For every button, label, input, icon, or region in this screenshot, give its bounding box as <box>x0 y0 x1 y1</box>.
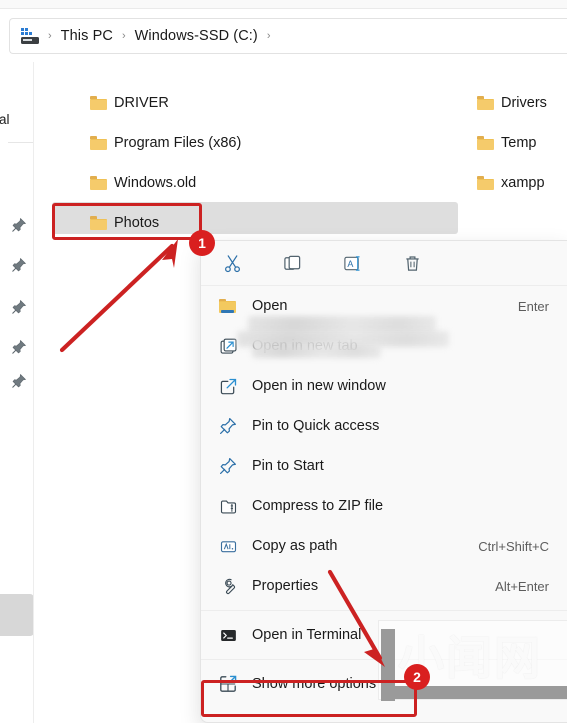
copy-path-icon <box>218 536 238 556</box>
file-item-driver[interactable]: DRIVER <box>90 88 169 118</box>
nav-clipped-label: onal <box>0 112 10 127</box>
folder-icon <box>477 176 494 190</box>
menu-item-accel: Enter <box>517 298 549 314</box>
folder-icon <box>90 176 107 190</box>
terminal-icon <box>218 625 238 645</box>
menu-item-accel: Ctrl+Shift+C <box>478 538 549 554</box>
new-tab-icon <box>218 336 238 356</box>
window-top-strip <box>0 0 567 9</box>
file-item-drivers[interactable]: Drivers <box>477 88 547 118</box>
rename-icon: A <box>343 255 360 271</box>
nav-pin-icon-1[interactable] <box>11 217 27 233</box>
pin-icon <box>12 299 27 314</box>
nav-pin-icon-5[interactable] <box>11 373 27 389</box>
menu-item-copy-as-path[interactable]: Copy as path Ctrl+Shift+C <box>201 526 567 566</box>
address-bar[interactable]: › This PC › Windows-SSD (C:) › <box>9 18 567 54</box>
annotation-highlight-show-more-options <box>201 680 417 717</box>
nav-divider <box>8 142 33 143</box>
navigation-pane: onal <box>0 62 34 723</box>
menu-item-label: Open <box>252 298 288 314</box>
folder-icon <box>477 96 494 110</box>
menu-item-label: Pin to Quick access <box>252 418 380 434</box>
menu-item-label: Open in new window <box>252 378 386 394</box>
file-item-temp[interactable]: Temp <box>477 128 536 158</box>
file-item-label: Windows.old <box>114 175 197 191</box>
file-item-program-files-x86[interactable]: Program Files (x86) <box>90 128 241 158</box>
wrench-icon <box>218 576 238 596</box>
pin-icon <box>12 217 27 232</box>
folder-icon <box>477 136 494 150</box>
breadcrumb-item-windows-ssd[interactable]: Windows-SSD (C:) <box>130 25 263 47</box>
file-item-label: DRIVER <box>114 95 169 111</box>
file-item-label: Drivers <box>501 95 547 111</box>
nav-pin-icon-4[interactable] <box>11 339 27 355</box>
pin-icon <box>218 416 238 436</box>
rename-button[interactable]: A <box>338 249 366 277</box>
annotation-arrow-2 <box>327 569 385 667</box>
breadcrumb-item-this-pc[interactable]: This PC <box>56 25 118 47</box>
folder-icon <box>90 136 107 150</box>
file-item-label: xampp <box>501 175 545 191</box>
file-item-label: Program Files (x86) <box>114 135 242 151</box>
file-explorer-window: › This PC › Windows-SSD (C:) › onal <box>0 0 567 723</box>
context-menu-toolbar: A <box>201 241 567 286</box>
cut-button[interactable] <box>218 249 246 277</box>
zip-icon <box>220 499 236 513</box>
menu-item-label: Pin to Start <box>252 458 324 474</box>
copy-path-icon <box>220 540 236 552</box>
new-window-icon <box>220 378 236 394</box>
nav-pin-icon-2[interactable] <box>11 257 27 273</box>
breadcrumb-separator-1: › <box>121 30 126 42</box>
zip-icon <box>218 496 238 516</box>
annotation-arrow-1 <box>59 239 178 353</box>
new-tab-icon <box>220 338 237 354</box>
trash-icon <box>405 255 419 271</box>
svg-text:A: A <box>347 258 353 268</box>
pin-icon <box>220 418 236 434</box>
menu-item-pin-to-start[interactable]: Pin to Start <box>201 446 567 486</box>
menu-item-pin-to-quick-access[interactable]: Pin to Quick access <box>201 406 567 446</box>
terminal-icon <box>220 629 236 641</box>
redacted-region <box>252 344 381 358</box>
delete-button[interactable] <box>398 249 426 277</box>
scissors-icon <box>224 254 240 272</box>
copy-button[interactable] <box>278 249 306 277</box>
menu-item-label: Compress to ZIP file <box>252 498 384 514</box>
this-pc-icon <box>20 28 40 44</box>
file-item-xampp[interactable]: xampp <box>477 168 545 198</box>
wrench-icon <box>224 578 235 594</box>
breadcrumb-separator-2[interactable]: › <box>263 30 275 42</box>
copy-icon <box>283 255 300 270</box>
pin-icon <box>218 456 238 476</box>
pin-icon <box>12 339 27 354</box>
file-item-label: Temp <box>501 135 537 151</box>
menu-item-label: Copy as path <box>252 538 338 554</box>
pin-icon <box>220 458 236 474</box>
pin-icon <box>12 373 27 388</box>
menu-item-compress-to-zip-file[interactable]: Compress to ZIP file <box>201 486 567 526</box>
open-folder-icon <box>218 296 238 316</box>
breadcrumb-separator-0: › <box>48 30 52 42</box>
menu-item-accel: Alt+Enter <box>495 578 549 594</box>
new-window-icon <box>218 376 238 396</box>
nav-pin-icon-3[interactable] <box>11 299 27 315</box>
pin-icon <box>12 257 27 272</box>
menu-item-open-in-new-window[interactable]: Open in new window <box>201 366 567 406</box>
folder-icon <box>90 96 107 110</box>
file-item-windows-old[interactable]: Windows.old <box>90 168 196 198</box>
nav-collapsed-block[interactable] <box>0 594 33 636</box>
